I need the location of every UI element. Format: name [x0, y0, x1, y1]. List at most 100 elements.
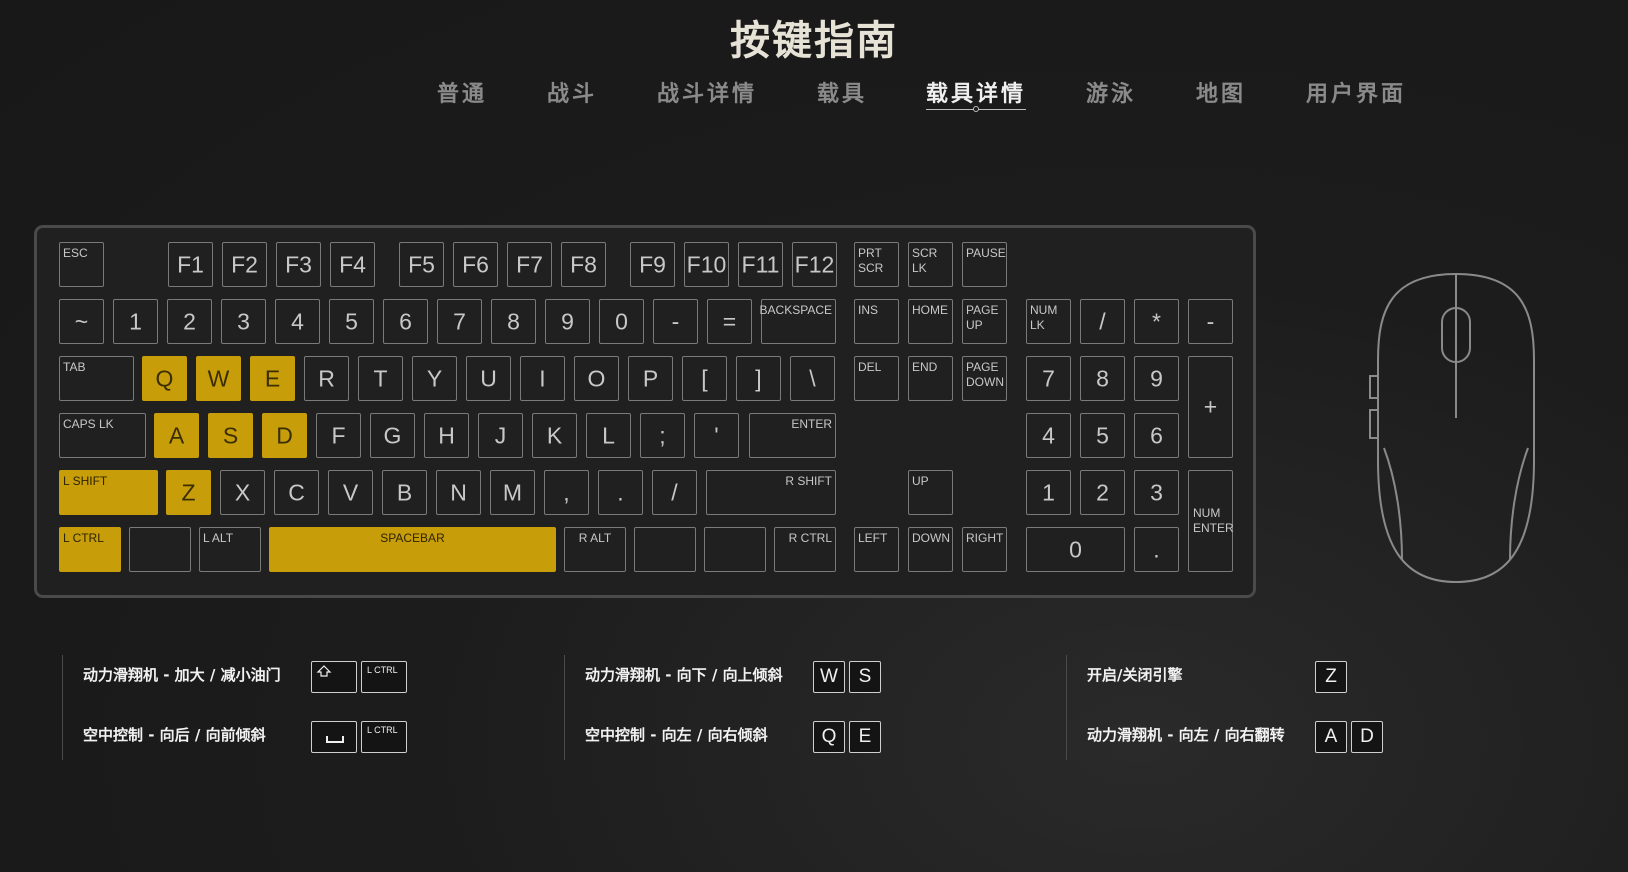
key-label: 0	[615, 308, 628, 334]
key-npdec: .	[1134, 527, 1179, 572]
binding-row: 空中控制 - 向左 / 向右倾斜	[585, 717, 768, 751]
key-label: CAPS LK	[63, 417, 114, 431]
key-f7: F7	[507, 242, 552, 287]
key-label: BACKSPACE	[759, 303, 832, 317]
key-npadd: +	[1188, 356, 1233, 458]
binding-section-1: 动力滑翔机 - 加大 / 减小油门 L CTRL 空中控制 - 向后 / 向前倾…	[62, 655, 553, 760]
tab-vehicle[interactable]: 载具	[817, 76, 867, 108]
key-n6: 6	[383, 299, 428, 344]
key-label: G	[383, 422, 402, 448]
tab-vehicle-detail[interactable]: 载具详情	[926, 76, 1027, 112]
key-x: X	[220, 470, 265, 515]
key-np0: 0	[1026, 527, 1125, 572]
active-tab-indicator	[973, 106, 979, 112]
binding-keys: L CTRL	[311, 661, 407, 693]
binding-label: 动力滑翔机 - 加大 / 减小油门	[83, 665, 281, 684]
key-label: RIGHT	[966, 531, 1004, 545]
key-label: *	[1152, 308, 1161, 334]
key-f2: F2	[222, 242, 267, 287]
key-down: DOWN	[908, 527, 953, 572]
key-v: V	[328, 470, 373, 515]
binding-row: 动力滑翔机 - 向下 / 向上倾斜	[585, 657, 783, 691]
key-label: C	[288, 479, 305, 505]
key-a: A	[1315, 721, 1347, 753]
key-label: 3	[237, 308, 250, 334]
key-label: F10	[686, 251, 727, 277]
key-label: 1	[1042, 479, 1055, 505]
key-label: ]	[755, 365, 762, 391]
key-np5: 5	[1080, 413, 1125, 458]
key-e: E	[250, 356, 295, 401]
binding-sections: 动力滑翔机 - 加大 / 减小油门 L CTRL 空中控制 - 向后 / 向前倾…	[0, 655, 1628, 765]
key-label: Z	[181, 479, 196, 505]
key-y: Y	[412, 356, 457, 401]
key-k: K	[532, 413, 577, 458]
tab-combat-detail[interactable]: 战斗详情	[657, 76, 757, 108]
key-label: 9	[561, 308, 574, 334]
key-npsub: -	[1188, 299, 1233, 344]
tab-combat[interactable]: 战斗	[547, 76, 597, 108]
key-label: '	[714, 422, 719, 448]
key-f12: F12	[792, 242, 837, 287]
binding-label: 开启/关闭引擎	[1087, 665, 1183, 684]
key-label: SPACEBAR	[380, 531, 445, 545]
key-label: TAB	[63, 360, 86, 374]
key-m: M	[490, 470, 535, 515]
key-label: [	[701, 365, 708, 391]
key-np1: 1	[1026, 470, 1071, 515]
space-icon	[326, 736, 344, 743]
key-i: I	[520, 356, 565, 401]
key-label: T	[373, 365, 388, 391]
key-n0: 0	[599, 299, 644, 344]
key-label: 0	[1069, 536, 1082, 562]
key-f9: F9	[630, 242, 675, 287]
key-np2: 2	[1080, 470, 1125, 515]
tab-map[interactable]: 地图	[1196, 76, 1246, 108]
key-ins: INS	[854, 299, 899, 344]
key-rbracket: ]	[736, 356, 781, 401]
key-label: DEL	[858, 360, 882, 374]
key-label: F7	[516, 251, 543, 277]
key-label: B	[396, 479, 413, 505]
key-f6: F6	[453, 242, 498, 287]
key-label: DOWN	[912, 531, 950, 545]
key-np8: 8	[1080, 356, 1125, 401]
key-n: N	[436, 470, 481, 515]
key-n2: 2	[167, 299, 212, 344]
tab-bar: 普通 战斗 战斗详情 载具 载具详情 游泳 地图 用户界面	[0, 76, 1628, 116]
key-f4: F4	[330, 242, 375, 287]
key-label: PAGE UP	[966, 303, 999, 332]
tab-normal[interactable]: 普通	[437, 76, 487, 108]
tab-user-interface[interactable]: 用户界面	[1306, 76, 1406, 108]
key-label: 4	[1042, 422, 1055, 448]
binding-row: 空中控制 - 向后 / 向前倾斜	[83, 717, 266, 751]
key-semicolon: ;	[640, 413, 685, 458]
key-scrlk: SCR LK	[908, 242, 953, 287]
key-np7: 7	[1026, 356, 1071, 401]
key-label: PAGE DOWN	[966, 360, 1004, 389]
tab-swimming[interactable]: 游泳	[1086, 76, 1136, 108]
binding-row: 动力滑翔机 - 向左 / 向右翻转	[1087, 717, 1285, 751]
key-n1: 1	[113, 299, 158, 344]
key-label: \	[809, 365, 816, 391]
key-s: S	[208, 413, 253, 458]
key-b: B	[382, 470, 427, 515]
key-label: L CTRL	[63, 531, 104, 545]
key-label: .	[617, 479, 624, 505]
key-label: 5	[1096, 422, 1109, 448]
key-f8: F8	[561, 242, 606, 287]
key-f3: F3	[276, 242, 321, 287]
key-n5: 5	[329, 299, 374, 344]
key-lctrl: L CTRL	[59, 527, 121, 572]
key-backslash: \	[790, 356, 835, 401]
key-o: O	[574, 356, 619, 401]
key-label: F9	[639, 251, 666, 277]
binding-label: 空中控制 - 向左 / 向右倾斜	[585, 725, 768, 744]
key-label: F6	[462, 251, 489, 277]
key-label: UP	[912, 474, 929, 488]
key-npdiv: /	[1080, 299, 1125, 344]
key-label: 5	[345, 308, 358, 334]
key-a: A	[154, 413, 199, 458]
key-backspace: BACKSPACE	[759, 299, 836, 344]
key-n7: 7	[437, 299, 482, 344]
